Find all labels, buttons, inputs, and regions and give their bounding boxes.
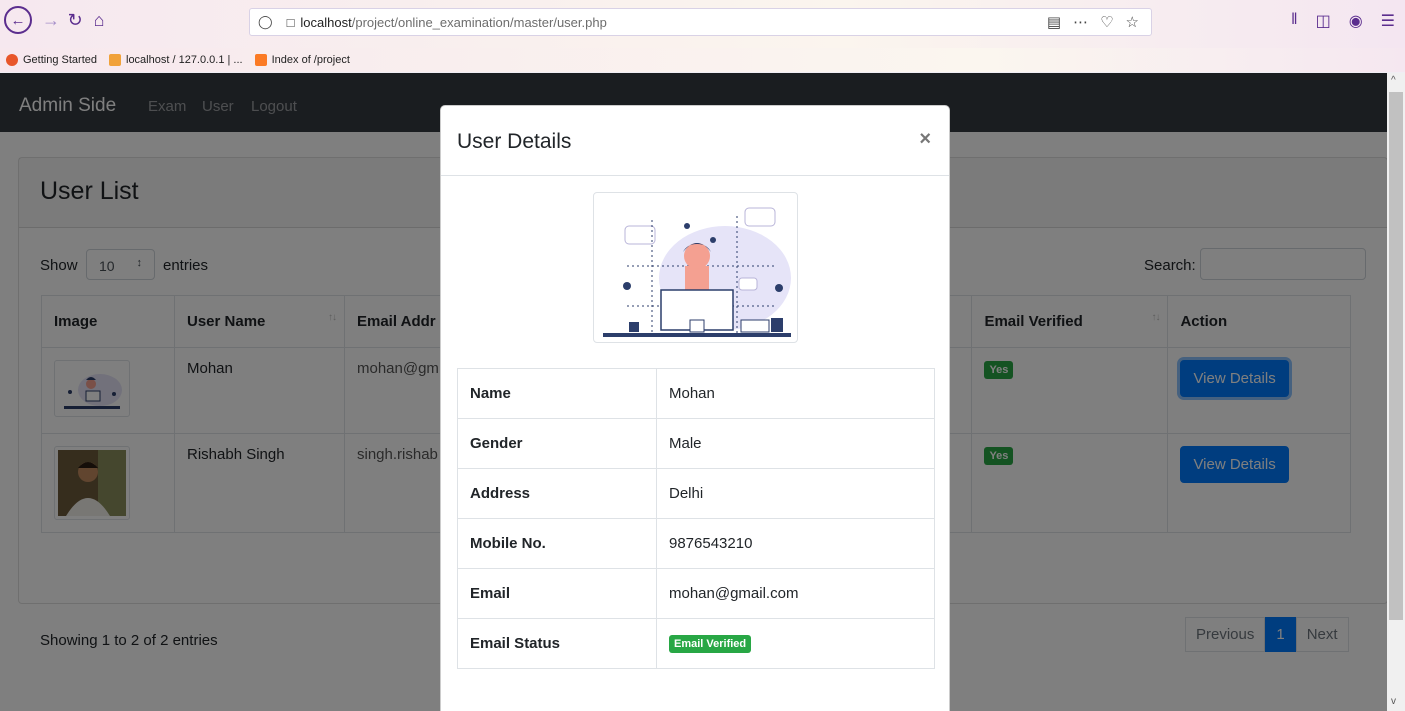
- bookmark-getting-started[interactable]: Getting Started: [6, 54, 97, 66]
- detail-row-email-status: Email Status Email Verified: [457, 618, 935, 669]
- bookmark-index-project[interactable]: Index of /project: [254, 54, 350, 66]
- detail-row-mobile: Mobile No. 9876543210: [457, 518, 935, 569]
- sidebar-icon[interactable]: ◫: [1316, 11, 1331, 31]
- forward-arrow-icon[interactable]: →: [38, 7, 64, 33]
- detail-row-name: Name Mohan: [457, 368, 935, 419]
- back-arrow-icon[interactable]: ←: [4, 6, 32, 34]
- firefox-icon: [6, 54, 18, 66]
- pocket-icon[interactable]: ♡: [1100, 13, 1113, 31]
- user-details-table: Name Mohan Gender Male Address Delhi Mobile…: [457, 368, 935, 669]
- scroll-down-icon[interactable]: v: [1391, 696, 1396, 707]
- detail-row-gender: Gender Male: [457, 418, 935, 469]
- xampp-icon: [254, 54, 267, 66]
- scrollbar-thumb[interactable]: [1389, 92, 1403, 620]
- email-verified-badge: Email Verified: [669, 635, 752, 653]
- url-bar[interactable]: ◯ □ localhost/project/online_examination…: [249, 8, 1152, 36]
- account-icon[interactable]: ◉: [1349, 11, 1363, 31]
- modal-title: User Details: [457, 130, 572, 153]
- user-details-modal: User Details × Name Mohan Gender Male Ad…: [440, 105, 950, 711]
- url-host: localhost: [300, 14, 352, 30]
- scroll-up-icon[interactable]: ^: [1391, 75, 1396, 86]
- shield-icon: ◯: [258, 14, 273, 29]
- detail-row-email: Email mohan@gmail.com: [457, 568, 935, 619]
- library-icon[interactable]: ‖: [1291, 11, 1298, 31]
- url-path: /project/online_examination/master/user.…: [351, 14, 607, 30]
- detail-row-address: Address Delhi: [457, 468, 935, 519]
- phpmyadmin-icon: [109, 54, 121, 66]
- home-icon[interactable]: ⌂: [86, 7, 112, 33]
- user-illustration-icon: [597, 196, 794, 339]
- bookmark-phpmyadmin[interactable]: localhost / 127.0.0.1 | ...: [109, 54, 243, 66]
- page-icon: □: [286, 14, 295, 30]
- reader-view-icon[interactable]: ▤: [1047, 13, 1061, 31]
- modal-header: User Details ×: [441, 106, 949, 176]
- menu-icon[interactable]: ☰: [1381, 11, 1395, 31]
- bookmarks-bar: Getting Started localhost / 127.0.0.1 | …: [0, 48, 1405, 72]
- user-profile-image: [593, 192, 798, 343]
- close-icon[interactable]: ×: [919, 128, 931, 151]
- more-actions-icon[interactable]: ⋯: [1073, 13, 1088, 31]
- bookmark-star-icon[interactable]: ☆: [1126, 13, 1139, 31]
- browser-toolbar: ← → ↻ ⌂ ◯ □ localhost/project/online_exa…: [0, 0, 1405, 48]
- reload-icon[interactable]: ↻: [62, 7, 88, 33]
- page-content: Admin Side Exam User Logout User List Sh…: [0, 73, 1387, 711]
